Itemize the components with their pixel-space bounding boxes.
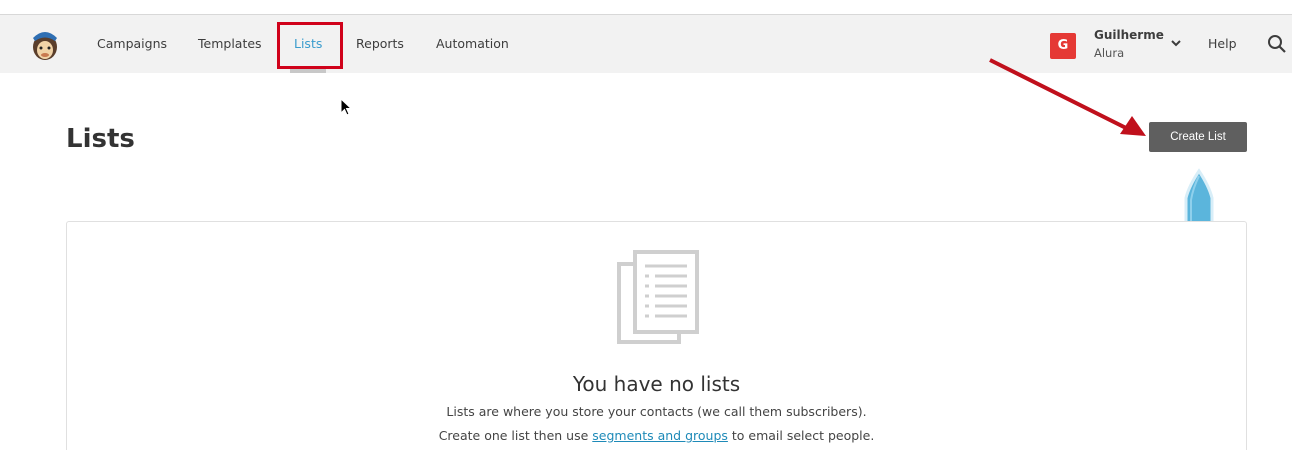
empty-state-description: Lists are where you store your contacts …	[446, 404, 867, 419]
segments-groups-link[interactable]: segments and groups	[592, 428, 728, 443]
page-title: Lists	[66, 124, 135, 154]
chevron-down-icon[interactable]	[1169, 37, 1183, 49]
help-link[interactable]: Help	[1208, 15, 1237, 73]
empty-state-card: You have no lists Lists are where you st…	[66, 221, 1247, 450]
hint-prefix: Create one list then use	[438, 428, 593, 443]
hint-suffix: to email select people.	[727, 428, 875, 443]
mouse-cursor-icon	[340, 98, 353, 116]
empty-state-title: You have no lists	[572, 372, 741, 396]
create-list-button[interactable]: Create List	[1149, 122, 1247, 152]
lists-document-icon	[617, 250, 699, 344]
nav-templates[interactable]: Templates	[198, 15, 262, 73]
annotation-highlight-box	[277, 22, 343, 69]
nav-campaigns[interactable]: Campaigns	[97, 15, 167, 73]
nav-reports[interactable]: Reports	[356, 15, 404, 73]
search-icon[interactable]	[1267, 34, 1287, 54]
user-name[interactable]: Guilherme	[1094, 28, 1164, 42]
nav-automation[interactable]: Automation	[436, 15, 509, 73]
mailchimp-logo-icon[interactable]	[29, 26, 61, 62]
annotation-arrow-icon	[989, 58, 1146, 136]
empty-state-hint: Create one list then use segments and gr…	[67, 428, 1246, 443]
